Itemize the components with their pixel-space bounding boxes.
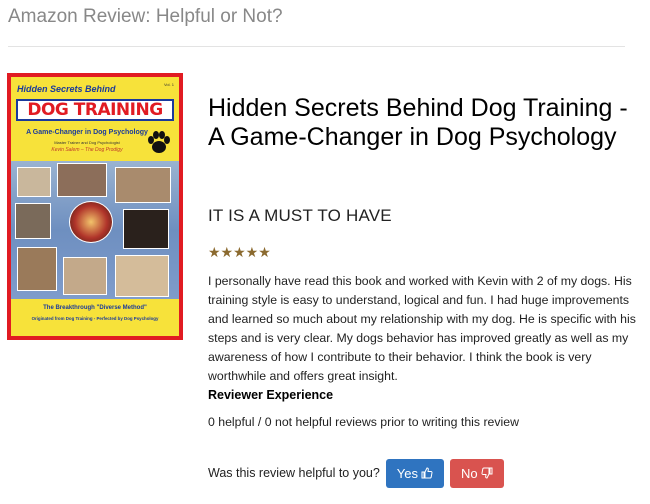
no-button[interactable]: No bbox=[449, 458, 504, 488]
review-body: I personally have read this book and wor… bbox=[208, 274, 636, 383]
reviewer-stats: 0 helpful / 0 not helpful reviews prior … bbox=[208, 415, 519, 429]
cover-author-text: Kevin Salem – The Dog Prodigy bbox=[51, 147, 123, 153]
no-button-label: No bbox=[461, 465, 478, 481]
cover-author-line: Master Trainer and Dog Psychologist bbox=[54, 140, 120, 145]
helpful-question: Was this review helpful to you? bbox=[208, 466, 380, 480]
paw-print-icon bbox=[148, 131, 170, 153]
cover-volume-text: Vol. 1 bbox=[163, 82, 174, 87]
thumbs-down-icon bbox=[481, 467, 493, 479]
review-title: IT IS A MUST TO HAVE bbox=[208, 206, 392, 225]
cover-photo-collage bbox=[11, 161, 179, 299]
star-rating: ★★★★★ bbox=[208, 244, 271, 260]
page-title: Amazon Review: Helpful or Not? bbox=[8, 6, 283, 27]
thumbs-up-icon bbox=[421, 467, 433, 479]
yes-button-label: Yes bbox=[396, 465, 418, 481]
book-cover-image: Hidden Secrets Behind Vol. 1 DOG TRAININ… bbox=[7, 73, 183, 340]
cover-subtitle-text: A Game-Changer in Dog Psychology bbox=[26, 129, 148, 136]
header-divider bbox=[8, 46, 625, 47]
reviewer-experience-heading: Reviewer Experience bbox=[208, 388, 334, 402]
cover-breakthrough-text: The Breakthrough "Diverse Method" bbox=[43, 305, 147, 311]
cover-series-text: Hidden Secrets Behind bbox=[17, 84, 116, 94]
book-title: Hidden Secrets Behind Dog Training - A G… bbox=[208, 94, 628, 151]
yes-button[interactable]: Yes bbox=[385, 458, 444, 488]
helpful-vote-row: Was this review helpful to you? Yes No bbox=[208, 458, 510, 488]
cover-title-text: DOG TRAINING bbox=[16, 99, 174, 121]
cover-origin-text: Originated from Dog Training - Perfected… bbox=[31, 316, 159, 321]
